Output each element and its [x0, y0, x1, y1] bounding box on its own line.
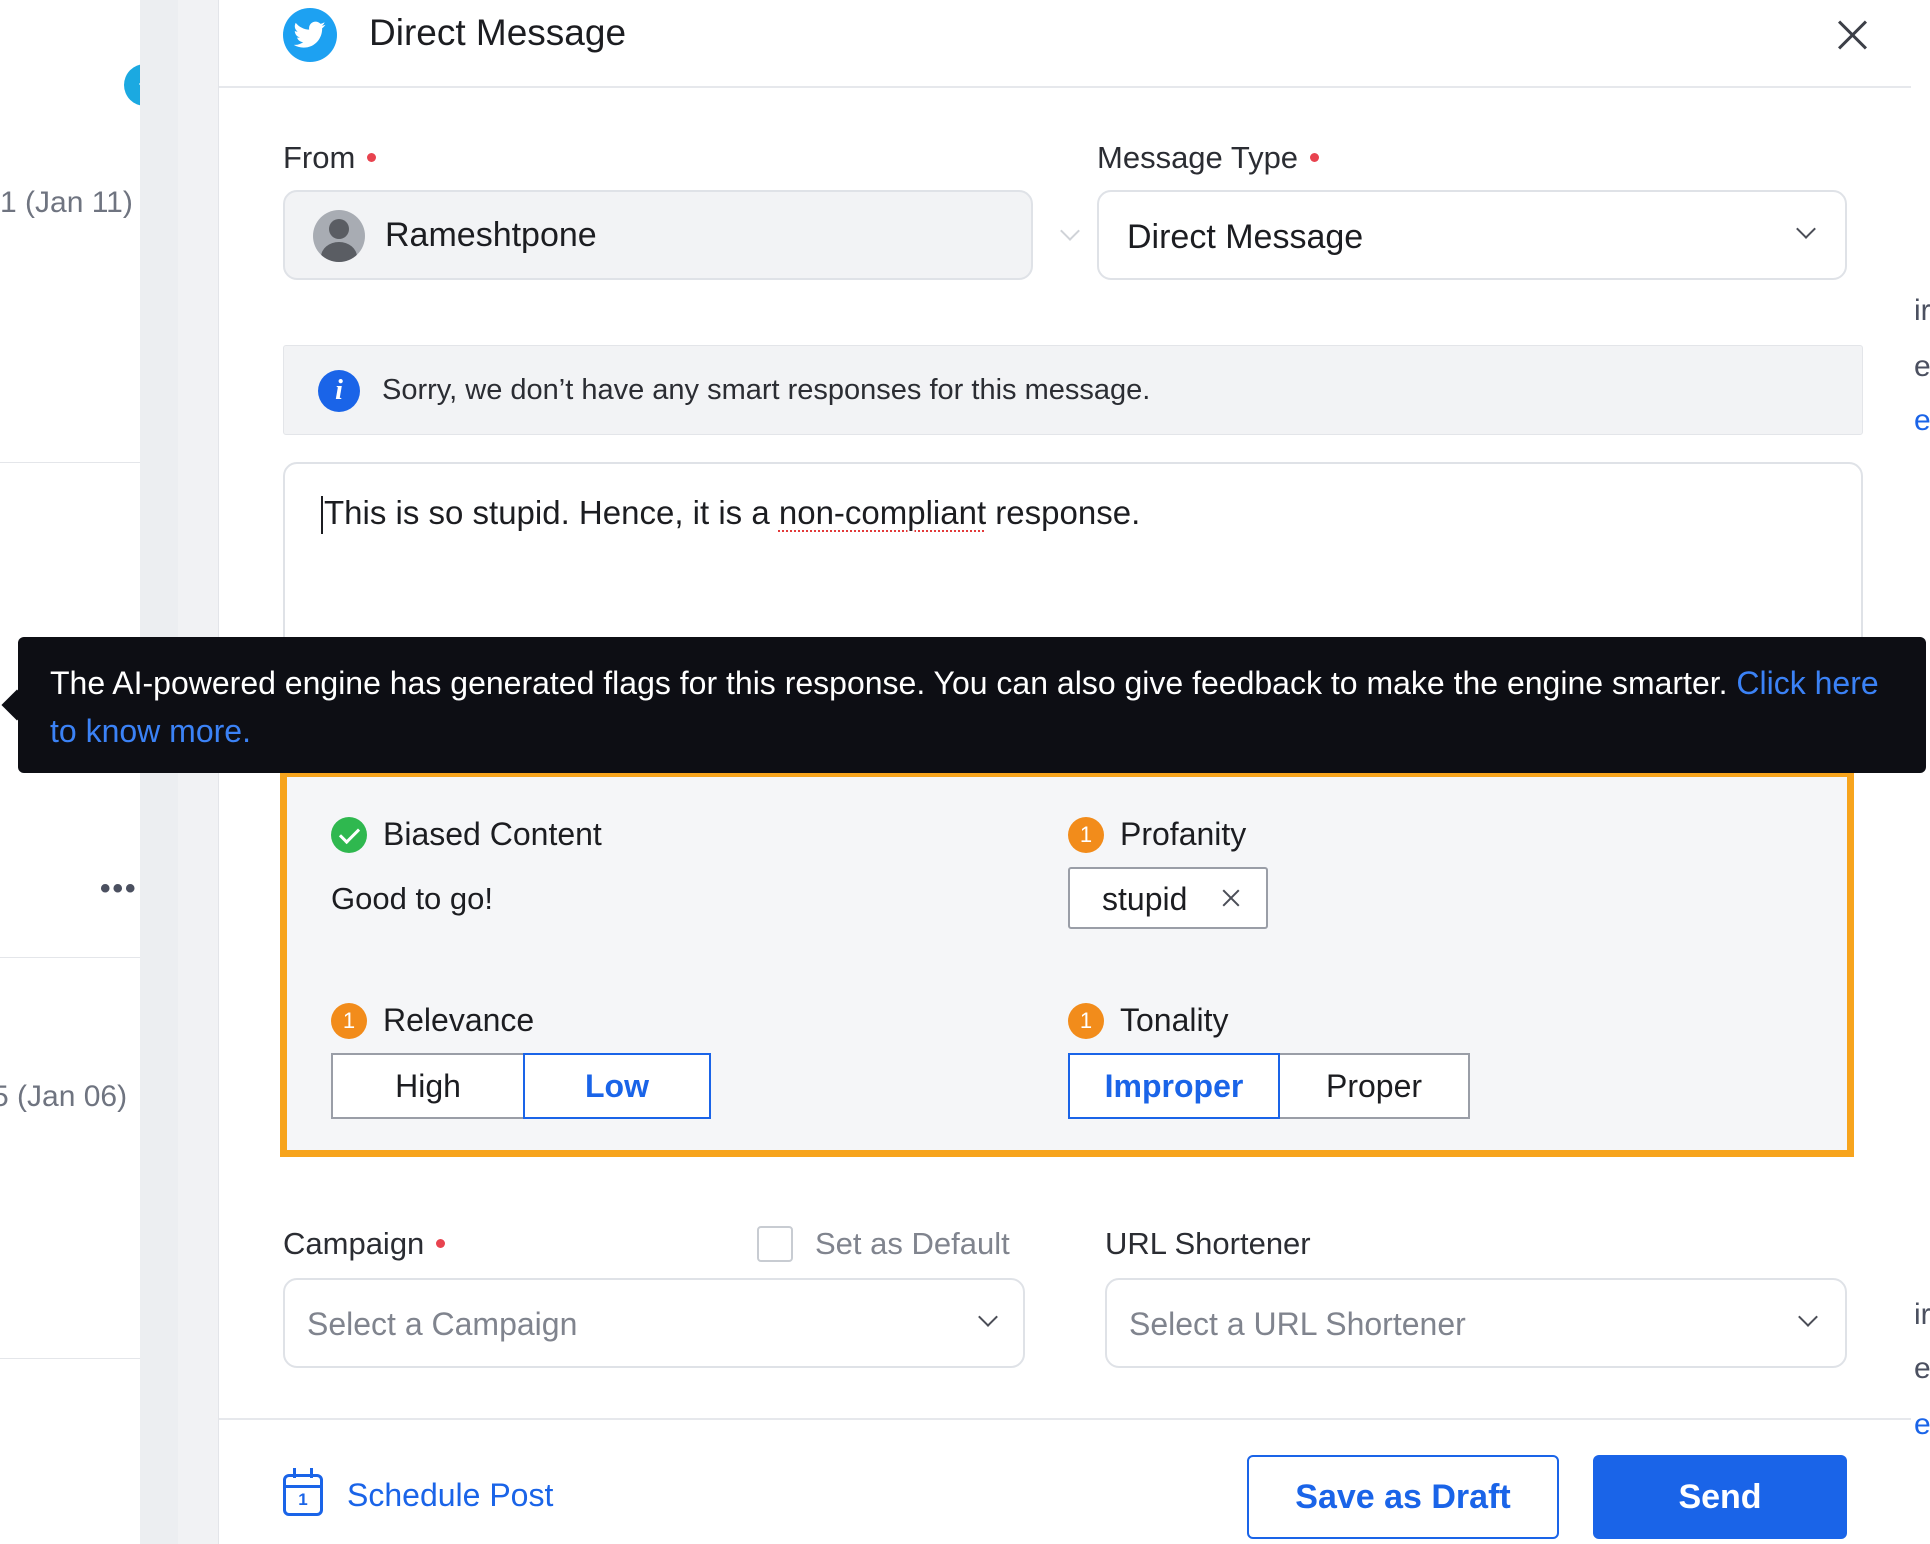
flag-status: Good to go! — [331, 881, 494, 916]
relevance-low-button[interactable]: Low — [523, 1053, 711, 1119]
relevance-toggle: High Low — [331, 1053, 711, 1119]
ai-flags-tooltip: The AI-powered engine has generated flag… — [18, 637, 1926, 773]
right-text-fragment: ir — [1914, 294, 1930, 327]
chevron-down-icon — [978, 1307, 998, 1327]
info-banner-text: Sorry, we don’t have any smart responses… — [382, 374, 1151, 406]
tooltip-message: The AI-powered engine has generated flag… — [50, 665, 1728, 701]
chip-text: stupid — [1102, 881, 1188, 917]
from-select[interactable]: Rameshtpone — [283, 190, 1080, 280]
right-link-fragment[interactable]: e/ — [1914, 1408, 1930, 1442]
required-indicator — [1310, 153, 1320, 163]
info-banner: i Sorry, we don’t have any smart respons… — [283, 345, 1863, 435]
chevron-down-icon — [1798, 1307, 1818, 1327]
tonality-improper-button[interactable]: Improper — [1068, 1053, 1280, 1119]
list-divider — [0, 462, 140, 463]
campaign-label-text: Campaign — [283, 1226, 425, 1261]
profanity-word-chip: stupid — [1068, 867, 1268, 929]
text-cursor — [321, 496, 323, 535]
right-text-fragment: es — [1914, 350, 1930, 383]
required-indicator — [436, 1239, 446, 1249]
more-options-button[interactable]: ••• — [100, 872, 138, 906]
right-text-fragment: ir — [1914, 1298, 1930, 1331]
flag-title: Tonality — [1120, 1002, 1229, 1038]
url-shortener-placeholder: Select a URL Shortener — [1129, 1306, 1466, 1342]
schedule-post-button[interactable]: 1 Schedule Post — [283, 1468, 554, 1516]
tonality-proper-button[interactable]: Proper — [1278, 1053, 1470, 1119]
flag-title: Relevance — [383, 1002, 535, 1038]
chevron-down-icon — [1796, 219, 1816, 239]
calendar-day: 1 — [298, 1490, 308, 1509]
from-value: Rameshtpone — [385, 216, 597, 254]
from-label: From — [283, 140, 377, 176]
remove-chip-icon[interactable] — [1216, 879, 1246, 917]
campaign-label: Campaign — [283, 1226, 446, 1262]
modal-title: Direct Message — [369, 12, 627, 53]
conversation-date: 5 (Jan 06) — [0, 1080, 128, 1113]
modal-header: Direct Message — [219, 0, 1911, 88]
calendar-icon: 1 — [283, 1468, 323, 1516]
tooltip-text: The AI-powered engine has generated flag… — [50, 659, 1900, 755]
message-type-label: Message Type — [1097, 140, 1320, 176]
message-text-part: This is so stupid. Hence, it is a — [324, 494, 779, 531]
misspelled-word[interactable]: non-compliant — [779, 494, 986, 531]
ai-flags-panel: Biased Content Good to go! 1 Profanity s… — [280, 770, 1854, 1157]
campaign-select[interactable]: Select a Campaign — [283, 1278, 1025, 1368]
info-icon: i — [318, 370, 360, 412]
message-text-part: response. — [986, 494, 1141, 531]
url-shortener-label: URL Shortener — [1105, 1226, 1311, 1261]
send-button[interactable]: Send — [1593, 1455, 1847, 1539]
relevance-high-button[interactable]: High — [331, 1053, 525, 1119]
campaign-placeholder: Select a Campaign — [307, 1306, 578, 1342]
url-shortener-select[interactable]: Select a URL Shortener — [1105, 1278, 1847, 1368]
list-divider — [0, 1358, 140, 1359]
avatar — [313, 210, 365, 262]
flag-title: Biased Content — [383, 816, 602, 852]
twitter-icon — [283, 8, 337, 62]
conversation-date: 1 (Jan 11) — [0, 186, 133, 219]
flag-title: Profanity — [1120, 816, 1247, 852]
message-type-value: Direct Message — [1127, 218, 1364, 256]
message-type-select[interactable]: Direct Message — [1097, 190, 1847, 280]
right-link-fragment[interactable]: e/ — [1914, 404, 1930, 438]
right-text-fragment: es — [1914, 1352, 1930, 1385]
set-default-label: Set as Default — [815, 1226, 1010, 1261]
footer-divider — [219, 1418, 1911, 1420]
required-indicator — [367, 153, 377, 163]
tonality-toggle: Improper Proper — [1068, 1053, 1470, 1119]
list-divider — [0, 957, 140, 958]
message-type-label-text: Message Type — [1097, 140, 1299, 175]
save-draft-button[interactable]: Save as Draft — [1247, 1455, 1559, 1539]
chevron-down-icon — [1060, 221, 1080, 241]
message-text: This is so stupid. Hence, it is a non-co… — [321, 494, 1141, 535]
close-icon[interactable] — [1827, 10, 1877, 60]
from-label-text: From — [283, 140, 356, 175]
schedule-post-label: Schedule Post — [347, 1476, 554, 1513]
set-default-checkbox[interactable] — [757, 1226, 793, 1262]
